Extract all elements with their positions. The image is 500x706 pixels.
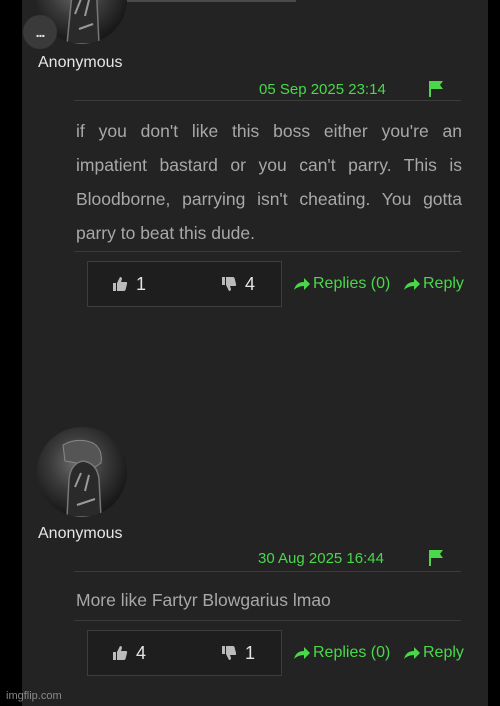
comment-author: Anonymous bbox=[38, 54, 123, 71]
vote-box: 1 4 bbox=[87, 261, 282, 307]
replies-label: Replies (0) bbox=[313, 644, 391, 661]
reply-arrow-icon bbox=[404, 647, 420, 659]
reply-label: Reply bbox=[423, 275, 464, 292]
reply-button[interactable]: Reply bbox=[403, 644, 464, 662]
thumbs-down-icon bbox=[222, 646, 237, 660]
thumbs-up-icon bbox=[113, 646, 128, 660]
dislike-count: 1 bbox=[245, 642, 256, 663]
reply-button[interactable]: Reply bbox=[403, 275, 464, 293]
dislike-count: 4 bbox=[245, 273, 256, 294]
comment-divider bbox=[74, 620, 461, 621]
comment-divider bbox=[74, 251, 461, 252]
like-count: 4 bbox=[136, 642, 147, 663]
comment-date: 05 Sep 2025 23:14 bbox=[259, 81, 386, 98]
top-divider bbox=[98, 0, 296, 2]
vote-box: 4 1 bbox=[87, 630, 282, 676]
comment-header-divider bbox=[74, 100, 461, 101]
replies-link[interactable]: Replies (0) bbox=[293, 275, 390, 293]
like-button[interactable]: 4 bbox=[112, 631, 146, 675]
thumbs-down-icon bbox=[222, 277, 237, 291]
comment-body: if you don't like this boss either you'r… bbox=[76, 121, 462, 243]
thumbs-up-icon bbox=[113, 277, 128, 291]
comment-body: More like Fartyr Blowgarius lmao bbox=[76, 590, 331, 610]
dislike-button[interactable]: 4 bbox=[221, 262, 255, 306]
like-button[interactable]: 1 bbox=[112, 262, 146, 306]
reply-arrow-icon bbox=[294, 647, 310, 659]
like-count: 1 bbox=[136, 273, 147, 294]
reply-arrow-icon bbox=[404, 278, 420, 290]
comment-header-divider bbox=[74, 571, 461, 572]
reply-arrow-icon bbox=[294, 278, 310, 290]
flag-icon[interactable] bbox=[428, 549, 444, 567]
replies-link[interactable]: Replies (0) bbox=[293, 644, 390, 662]
reply-label: Reply bbox=[423, 644, 464, 661]
avatar bbox=[37, 427, 127, 517]
flag-icon[interactable] bbox=[428, 80, 444, 98]
dislike-button[interactable]: 1 bbox=[221, 631, 255, 675]
comment-author: Anonymous bbox=[38, 525, 123, 542]
comment-date: 30 Aug 2025 16:44 bbox=[258, 550, 384, 567]
replies-label: Replies (0) bbox=[313, 275, 391, 292]
more-options-icon[interactable]: ... bbox=[23, 15, 57, 49]
watermark: imgflip.com bbox=[6, 690, 62, 702]
